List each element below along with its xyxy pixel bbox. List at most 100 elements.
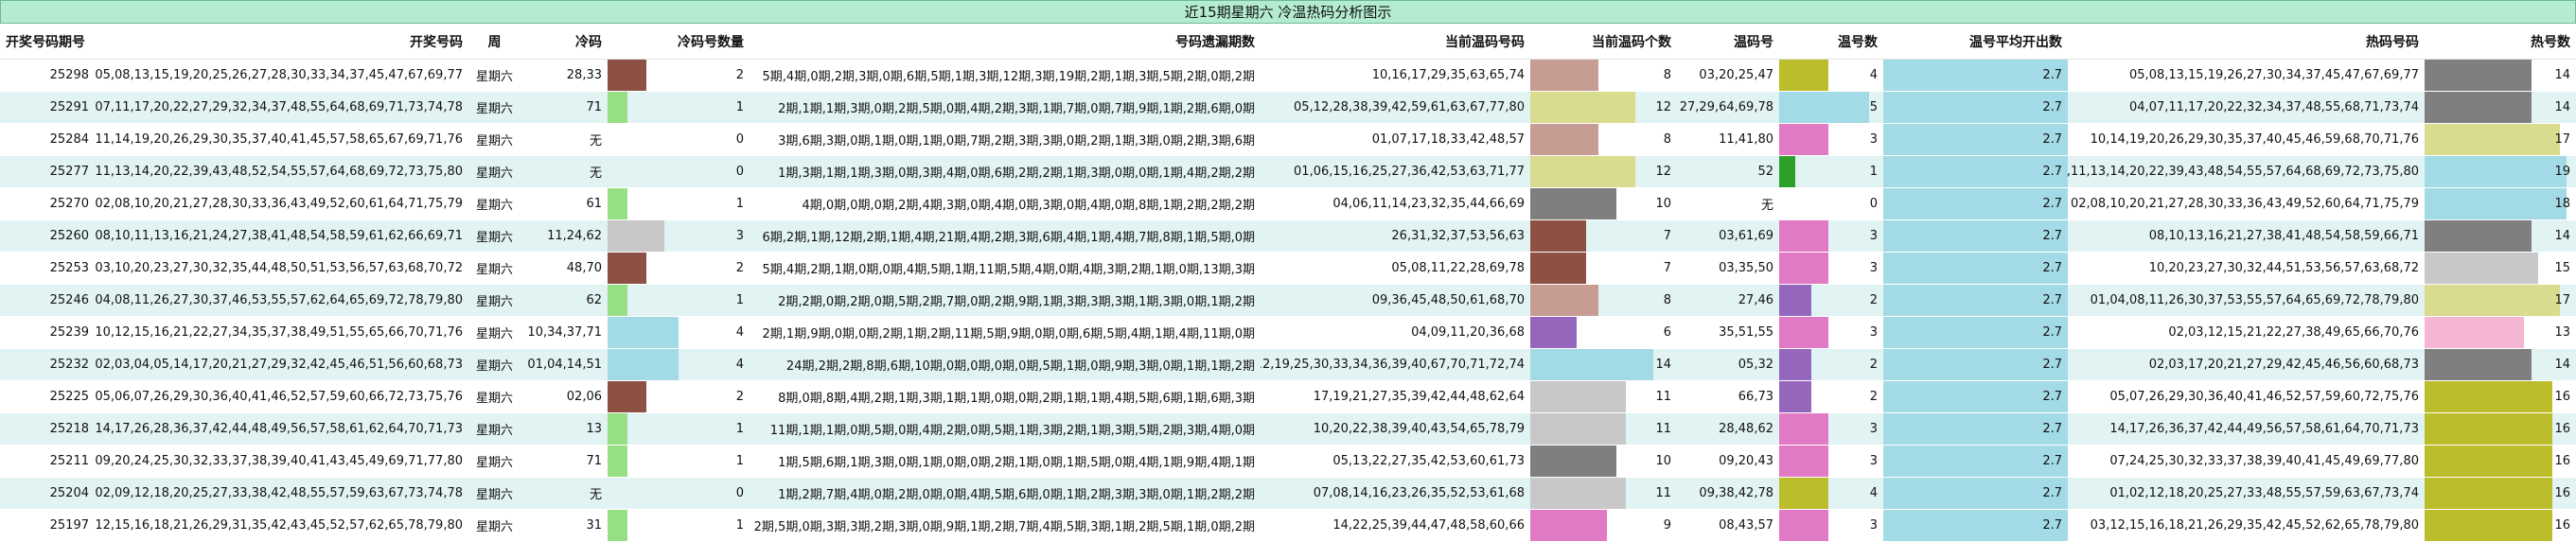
avg-cell: 2.7 [1883, 349, 2068, 380]
avg-cell-value: 2.7 [2042, 518, 2062, 533]
warm-cell: 17,19,21,27,35,39,42,44,48,62,64 [1313, 390, 1525, 404]
warm-count-cell-bar [1530, 510, 1607, 541]
hot-count-cell-value: 14 [2554, 68, 2570, 82]
weekday-cell: 星期六 [475, 424, 513, 438]
numbers-cell: 03,05,08,13,15,19,20,25,26,27,28,30,33,3… [95, 68, 463, 82]
temp-count-cell-value: 3 [1869, 325, 1878, 340]
warm-count-cell: 8 [1530, 124, 1677, 155]
hot-cell: 03,12,15,16,18,21,26,29,35,42,45,52,62,6… [2090, 518, 2419, 533]
miss-cell: 2期,1期,1期,3期,0期,2期,5期,0期,4期,2期,3期,1期,7期,0… [778, 102, 1255, 116]
hot-count-cell-bar [2425, 60, 2532, 91]
table-row: 25246 01,04,08,11,26,27,30,37,46,53,55,57… [0, 285, 2576, 317]
weekday-cell: 星期六 [475, 231, 513, 245]
warm-count-cell-bar [1530, 156, 1635, 187]
cold-count-cell-bar [608, 60, 646, 91]
warm-cell: 07,08,14,16,23,26,35,52,53,61,68 [1313, 486, 1525, 500]
temp-count-cell: 4 [1779, 478, 1883, 509]
miss-cell: 2期,2期,0期,2期,0期,5期,2期,7期,0期,2期,9期,1期,3期,3… [778, 295, 1255, 309]
warm-cell: 12,19,25,30,33,34,36,39,40,67,70,71,72,7… [1261, 358, 1525, 372]
warm-count-cell-value: 10 [1655, 454, 1671, 468]
warm-count-cell: 10 [1530, 188, 1677, 219]
hot-count-cell-bar [2425, 349, 2532, 380]
avg-cell-bar [1883, 60, 2068, 91]
cold-cell: 11,24,62 [547, 229, 602, 243]
cold-cell: 71 [586, 454, 602, 468]
numbers-cell: 01,04,08,11,26,27,30,37,46,53,55,57,62,6… [95, 293, 463, 307]
hot-cell: 07,24,25,30,32,33,37,38,39,40,41,45,49,6… [2109, 454, 2419, 468]
avg-cell: 2.7 [1883, 253, 2068, 284]
hot-count-cell: 19 [2425, 156, 2576, 187]
miss-cell: 1期,3期,1期,1期,3期,0期,3期,4期,0期,6期,2期,2期,1期,3… [778, 166, 1255, 181]
temp-count-cell-value: 0 [1869, 197, 1878, 211]
hot-cell: 09,11,13,14,20,22,39,43,48,54,55,57,64,6… [2068, 165, 2419, 179]
warm-count-cell-value: 11 [1655, 486, 1671, 500]
warm-count-cell-bar [1530, 317, 1577, 348]
warm-count-cell-value: 8 [1663, 68, 1671, 82]
temp-count-cell-value: 2 [1869, 358, 1878, 372]
cold-count-cell-bar [608, 220, 664, 252]
table-row: 25232 01,02,03,04,05,14,17,20,21,27,29,32… [0, 349, 2576, 381]
table-row: 25211 07,09,20,24,25,30,32,33,37,38,39,40… [0, 446, 2576, 478]
cold-count-cell-value: 2 [735, 68, 744, 82]
warm-count-cell: 11 [1530, 413, 1677, 445]
cold-count-cell: 0 [608, 124, 750, 155]
warm-count-cell-value: 12 [1655, 100, 1671, 114]
temp-count-cell-value: 1 [1869, 165, 1878, 179]
header-miss: 号码遗漏期数 [1175, 34, 1255, 50]
cold-count-cell-value: 1 [735, 293, 744, 307]
hot-count-cell: 16 [2425, 478, 2576, 509]
avg-cell: 2.7 [1883, 220, 2068, 252]
header-numbers: 开奖号码 [410, 34, 463, 50]
cold-cell: 无 [589, 166, 602, 181]
hot-count-cell-bar [2425, 446, 2552, 477]
warm-cell: 14,22,25,39,44,47,48,58,60,66 [1332, 518, 1525, 533]
weekday-cell: 星期六 [475, 263, 513, 277]
cold-count-cell: 3 [608, 220, 750, 252]
hot-count-cell-bar [2425, 478, 2552, 509]
avg-cell: 2.7 [1883, 381, 2068, 412]
warm-count-cell-bar [1530, 446, 1616, 477]
numbers-cell: 07,09,20,24,25,30,32,33,37,38,39,40,41,4… [95, 454, 463, 468]
warm-count-cell-bar [1530, 188, 1616, 219]
hot-count-cell-value: 16 [2554, 422, 2570, 436]
period-cell: 25260 [49, 229, 89, 243]
hot-count-cell-bar [2425, 381, 2552, 412]
hot-count-cell-bar [2425, 317, 2524, 348]
miss-cell: 11期,1期,1期,0期,5期,0期,4期,2期,0期,5期,1期,3期,2期,… [769, 424, 1255, 438]
hot-count-cell: 15 [2425, 253, 2576, 284]
hot-count-cell: 16 [2425, 413, 2576, 445]
cold-cell: 31 [586, 518, 602, 533]
warm-cell: 05,12,28,38,39,42,59,61,63,67,77,80 [1294, 100, 1525, 114]
avg-cell-bar [1883, 413, 2068, 445]
cold-count-cell-bar [608, 413, 627, 445]
warm-count-cell-value: 11 [1655, 422, 1671, 436]
temp-count-cell-bar [1779, 253, 1828, 284]
warm-count-cell-value: 7 [1663, 261, 1671, 275]
temp-count-cell: 0 [1779, 188, 1883, 219]
temp-count-cell-bar [1779, 510, 1828, 541]
weekday-cell: 星期六 [475, 295, 513, 309]
hot-count-cell-value: 16 [2554, 486, 2570, 500]
temp-count-cell-bar [1779, 220, 1828, 252]
hot-cell: 05,07,26,29,30,36,40,41,46,52,57,59,60,7… [2109, 390, 2419, 404]
hot-count-cell-bar [2425, 220, 2532, 252]
avg-cell: 2.7 [1883, 60, 2068, 91]
cold-count-cell: 4 [608, 317, 750, 348]
weekday-cell: 星期六 [475, 520, 513, 534]
cold-cell: 28,33 [566, 68, 602, 82]
temp-cell: 11,41,80 [1719, 132, 1773, 147]
header-avg: 温号平均开出数 [1969, 34, 2062, 50]
period-cell: 25218 [49, 422, 89, 436]
warm-count-cell: 12 [1530, 156, 1677, 187]
temp-count-cell-value: 3 [1869, 454, 1878, 468]
avg-cell-bar [1883, 285, 2068, 316]
period-cell: 25246 [49, 293, 89, 307]
warm-cell: 05,08,11,22,28,69,78 [1391, 261, 1525, 275]
temp-cell: 35,51,55 [1719, 325, 1773, 340]
warm-count-cell-bar [1530, 124, 1598, 155]
avg-cell-value: 2.7 [2042, 165, 2062, 179]
hot-cell: 02,03,17,20,21,27,29,42,45,46,56,60,68,7… [2148, 358, 2419, 372]
temp-count-cell-bar [1779, 413, 1828, 445]
avg-cell-bar [1883, 220, 2068, 252]
avg-cell-bar [1883, 92, 2068, 123]
